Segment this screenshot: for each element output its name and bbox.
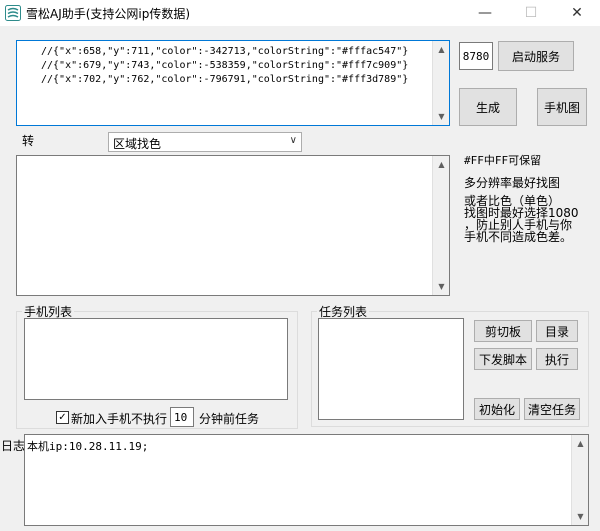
code-textarea[interactable]: //{"x":658,"y":711,"color":-342713,"colo… [16,40,450,126]
code-line: //{"x":658,"y":711,"color":-342713,"colo… [41,46,409,57]
tip-keep-ff: #FF中FF可保留 [464,154,542,167]
chevron-down-icon: ∨ [289,135,297,146]
tip-block: 或者比色（单色） 找图时最好选择1080 ，防止别人手机与你 手机不同造成色差。 [464,195,594,243]
log-content: 本机ip:10.28.11.19; [27,440,149,453]
clipboard-button[interactable]: 剪切板 [474,320,532,342]
scroll-up-icon[interactable]: ▲ [433,41,450,58]
new-phone-checkbox[interactable]: ✓ [56,411,69,424]
log-scrollbar[interactable]: ▲ ▼ [571,435,588,525]
log-label: 日志 [1,439,26,453]
minimize-button[interactable]: — [462,0,508,26]
code-content: //{"x":658,"y":711,"color":-342713,"colo… [41,45,408,87]
tip-multi-resolution: 多分辨率最好找图 [464,176,561,190]
minutes-input[interactable]: 10 [170,407,194,427]
log-textarea[interactable]: 本机ip:10.28.11.19; ▲ ▼ [24,434,589,526]
initialize-button[interactable]: 初始化 [474,398,520,420]
convert-mode-value: 区域找色 [113,137,162,151]
new-phone-label: 新加入手机不执行 [71,412,168,426]
generate-button[interactable]: 生成 [459,88,517,126]
minutes-label: 分钟前任务 [199,412,260,426]
code-line: //{"x":702,"y":762,"color":-796791,"colo… [41,74,409,85]
port-input[interactable]: 8780 [459,42,493,70]
start-service-button[interactable]: 启动服务 [498,41,574,71]
phone-image-button[interactable]: 手机图 [537,88,587,126]
scroll-down-icon[interactable]: ▼ [572,508,589,525]
code-scrollbar[interactable]: ▲ ▼ [432,41,449,125]
task-list[interactable] [318,318,464,420]
execute-button[interactable]: 执行 [536,348,578,370]
scroll-down-icon[interactable]: ▼ [433,108,450,125]
directory-button[interactable]: 目录 [536,320,578,342]
send-script-button[interactable]: 下发脚本 [474,348,532,370]
convert-mode-select[interactable]: 区域找色 ∨ [108,132,302,152]
app-icon [5,5,21,21]
scroll-down-icon[interactable]: ▼ [433,278,450,295]
output-textarea[interactable]: ▲ ▼ [16,155,450,296]
tip-line: 手机不同造成色差。 [464,230,573,244]
convert-label: 转 [22,134,35,148]
scroll-up-icon[interactable]: ▲ [572,435,589,452]
window-title: 雪松AJ助手(支持公网ip传数据) [26,7,191,21]
output-scrollbar[interactable]: ▲ ▼ [432,156,449,295]
maximize-button[interactable]: ☐ [508,0,554,26]
phone-list[interactable] [24,318,288,400]
close-button[interactable]: ✕ [554,0,600,26]
code-line: //{"x":679,"y":743,"color":-538359,"colo… [41,60,409,71]
scroll-up-icon[interactable]: ▲ [433,156,450,173]
clear-tasks-button[interactable]: 清空任务 [524,398,580,420]
